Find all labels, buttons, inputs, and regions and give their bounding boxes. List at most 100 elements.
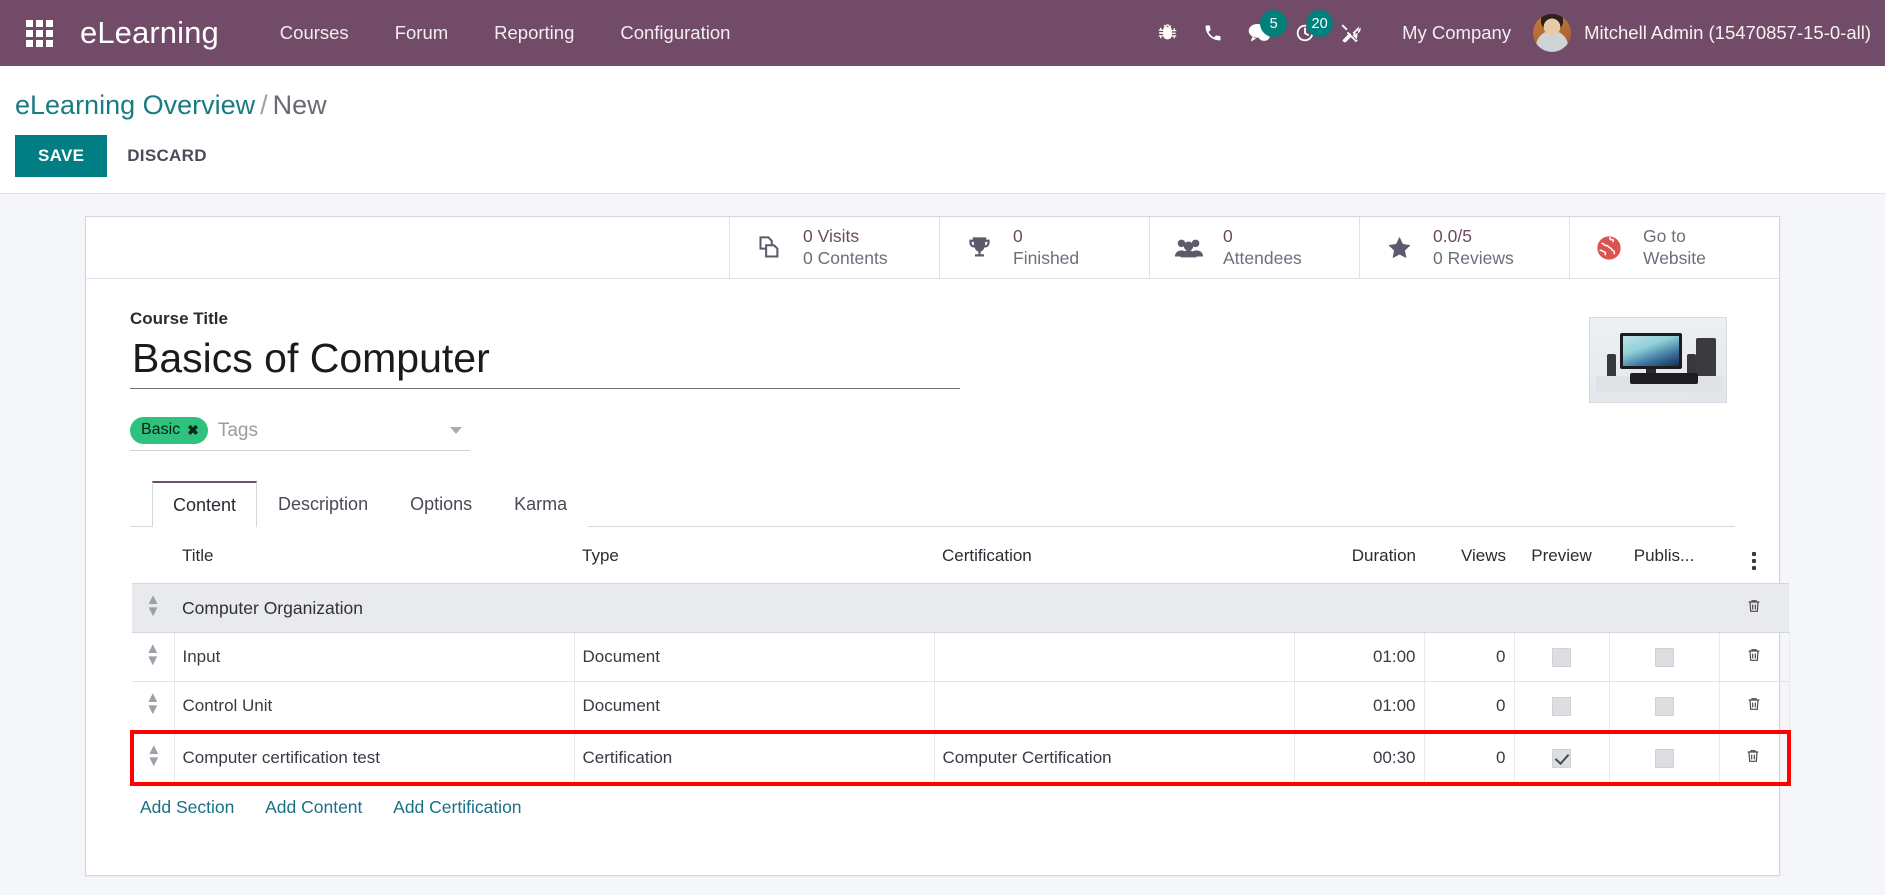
activities-clock-icon[interactable]: 20 [1282, 0, 1334, 66]
stat-button-visits[interactable]: 0 Visits 0 Contents [729, 217, 939, 278]
header-type[interactable]: Type [574, 527, 934, 584]
menu-item-forum[interactable]: Forum [372, 0, 471, 66]
preview-checkbox[interactable] [1552, 648, 1571, 667]
stat-button-go-to-website[interactable]: Go to Website [1569, 217, 1779, 278]
cell-duration[interactable]: 00:30 [1294, 730, 1425, 786]
chevron-down-icon[interactable] [450, 427, 462, 434]
cell-preview[interactable] [1514, 632, 1610, 682]
apps-grid-icon[interactable] [16, 10, 62, 56]
save-button[interactable]: SAVE [15, 135, 108, 177]
cell-type[interactable]: Document [574, 632, 935, 682]
breadcrumb-root-link[interactable]: eLearning Overview [15, 90, 255, 120]
header-certification[interactable]: Certification [934, 527, 1294, 584]
cell-title[interactable]: Computer certification test [174, 730, 575, 786]
trash-icon[interactable] [1746, 697, 1762, 717]
tag-label: Basic [141, 421, 181, 438]
cell-delete[interactable] [1719, 632, 1790, 682]
row-drag-handle-cell[interactable]: ▲ ▼ [130, 730, 175, 786]
tag-chip[interactable]: Basic ✖ [130, 417, 208, 444]
table-row-section[interactable]: ▲ ▼ Computer Organization [132, 583, 1789, 633]
discard-button[interactable]: DISCARD [107, 135, 227, 177]
cell-published[interactable] [1609, 632, 1720, 682]
drag-handle-icon[interactable]: ▲ ▼ [140, 641, 166, 668]
stat-bar-spacer [86, 217, 729, 278]
drag-handle-icon[interactable]: ▲ ▼ [140, 690, 166, 717]
header-preview[interactable]: Preview [1514, 527, 1609, 584]
cell-type[interactable]: Certification [574, 730, 935, 786]
table-row-add-links: Add Section Add Content Add Certificatio… [132, 784, 1789, 829]
stat-button-reviews[interactable]: 0.0/5 0 Reviews [1359, 217, 1569, 278]
menu-item-courses[interactable]: Courses [257, 0, 372, 66]
thumbnail-keyboard [1630, 373, 1698, 384]
drag-handle-icon[interactable]: ▲ ▼ [140, 592, 166, 619]
row-drag-handle-cell[interactable]: ▲ ▼ [132, 583, 174, 633]
tab-description[interactable]: Description [257, 481, 390, 527]
published-checkbox[interactable] [1654, 697, 1674, 716]
menu-item-configuration[interactable]: Configuration [597, 0, 753, 66]
app-brand-elearning[interactable]: eLearning [80, 15, 219, 51]
stat-text: 0 Attendees [1223, 226, 1302, 269]
header-views[interactable]: Views [1424, 527, 1514, 584]
table-row-highlighted[interactable]: ▲ ▼ Computer certification test Certifica… [130, 730, 1791, 786]
cell-published[interactable] [1609, 730, 1720, 786]
section-delete-cell[interactable] [1719, 583, 1789, 633]
published-checkbox[interactable] [1654, 749, 1674, 768]
add-section-link[interactable]: Add Section [140, 797, 234, 817]
cell-delete[interactable] [1719, 681, 1790, 733]
add-links-cell: Add Section Add Content Add Certificatio… [132, 784, 1789, 829]
drag-handle-icon[interactable]: ▲ ▼ [142, 742, 166, 769]
company-switcher[interactable]: My Company [1374, 22, 1533, 44]
cell-delete[interactable] [1719, 730, 1791, 786]
tag-remove-icon[interactable]: ✖ [187, 422, 199, 439]
bug-icon[interactable] [1144, 0, 1190, 66]
cell-title[interactable]: Control Unit [174, 681, 575, 733]
cell-duration[interactable]: 01:00 [1294, 681, 1425, 733]
row-drag-handle-cell[interactable]: ▲ ▼ [132, 632, 175, 682]
messages-icon[interactable]: 5 [1236, 0, 1288, 66]
cell-preview[interactable] [1514, 681, 1610, 733]
table-row[interactable]: ▲ ▼ Input Document 01:00 0 [132, 632, 1790, 682]
trash-icon[interactable] [1745, 749, 1761, 769]
add-certification-link[interactable]: Add Certification [393, 797, 521, 817]
phone-icon[interactable] [1190, 0, 1236, 66]
menu-item-reporting[interactable]: Reporting [471, 0, 597, 66]
trash-icon[interactable] [1746, 599, 1762, 619]
course-title-input[interactable] [130, 335, 960, 389]
cell-duration[interactable]: 01:00 [1294, 632, 1425, 682]
row-drag-handle-cell[interactable]: ▲ ▼ [132, 681, 175, 733]
main-menu: Courses Forum Reporting Configuration [257, 0, 754, 66]
user-menu[interactable]: Mitchell Admin (15470857-15-0-all) [1533, 14, 1881, 52]
tab-options[interactable]: Options [389, 481, 494, 527]
tags-field[interactable]: Basic ✖ Tags [130, 417, 470, 451]
stat-button-finished[interactable]: 0 Finished [939, 217, 1149, 278]
stat-finished-label: Finished [1013, 247, 1080, 268]
add-content-link[interactable]: Add Content [265, 797, 362, 817]
cell-certification[interactable]: Computer Certification [934, 730, 1295, 786]
section-title-cell[interactable]: Computer Organization [174, 583, 1719, 633]
cell-preview[interactable] [1514, 730, 1610, 786]
header-published[interactable]: Publis... [1609, 527, 1719, 584]
trash-icon[interactable] [1746, 648, 1762, 668]
cell-type[interactable]: Document [574, 681, 935, 733]
tab-karma[interactable]: Karma [493, 481, 589, 527]
stat-button-attendees[interactable]: 0 Attendees [1149, 217, 1359, 278]
cell-views[interactable]: 0 [1424, 681, 1515, 733]
published-checkbox[interactable] [1654, 648, 1674, 667]
cell-views[interactable]: 0 [1424, 730, 1515, 786]
cell-published[interactable] [1609, 681, 1720, 733]
cell-views[interactable]: 0 [1424, 632, 1515, 682]
form-body: Course Title Basic ✖ Tags Content Descri… [86, 279, 1791, 839]
header-title[interactable]: Title [174, 527, 574, 584]
preview-checkbox[interactable] [1552, 749, 1571, 768]
cell-certification[interactable] [934, 632, 1295, 682]
tools-wrench-icon[interactable] [1328, 0, 1374, 66]
tab-content[interactable]: Content [152, 481, 258, 527]
course-title-label: Course Title [130, 309, 228, 328]
course-image-thumbnail[interactable] [1589, 317, 1727, 403]
cell-title[interactable]: Input [174, 632, 575, 682]
kebab-menu-icon[interactable] [1752, 552, 1756, 570]
preview-checkbox[interactable] [1552, 697, 1571, 716]
cell-certification[interactable] [934, 681, 1295, 733]
table-row[interactable]: ▲ ▼ Control Unit Document 01:00 0 [132, 681, 1790, 733]
header-duration[interactable]: Duration [1294, 527, 1424, 584]
